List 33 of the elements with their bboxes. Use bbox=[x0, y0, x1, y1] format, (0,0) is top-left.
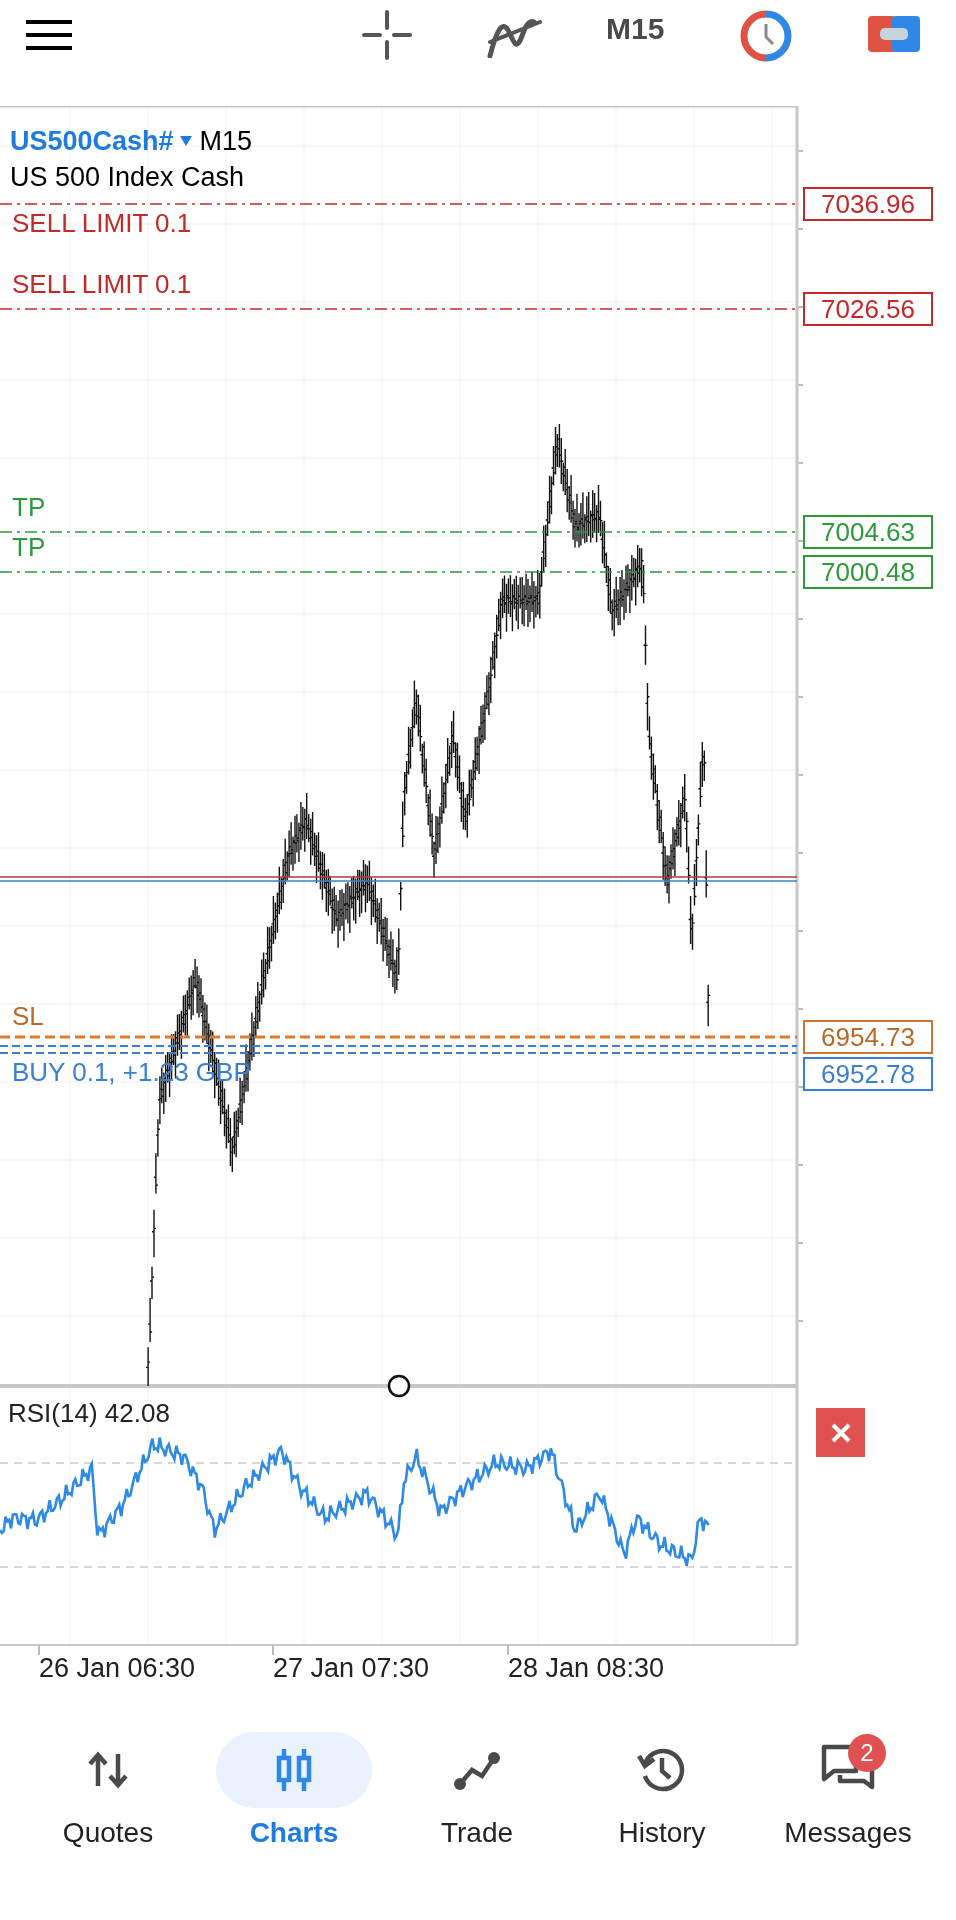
menu-icon[interactable] bbox=[26, 20, 72, 50]
order-label: SELL LIMIT 0.1 bbox=[12, 208, 192, 238]
clock-icon[interactable] bbox=[740, 10, 792, 62]
close-icon bbox=[829, 1421, 852, 1444]
price-tag: 7036.96 bbox=[803, 187, 933, 221]
order-label: SELL LIMIT 0.1 bbox=[12, 269, 192, 299]
order-label: TP bbox=[12, 492, 46, 522]
crosshair-icon[interactable] bbox=[362, 10, 412, 60]
indicator-label: RSI(14) 42.08 bbox=[8, 1398, 170, 1428]
order-label: TP bbox=[12, 532, 46, 562]
sort-arrows-icon bbox=[86, 1750, 130, 1790]
toggle-icon[interactable] bbox=[868, 14, 920, 54]
nav-tab[interactable]: History bbox=[572, 1720, 752, 1870]
nav-tab[interactable]: Charts bbox=[204, 1720, 384, 1870]
price-tag: 6954.73 bbox=[803, 1020, 933, 1054]
price-tag: 6952.78 bbox=[803, 1057, 933, 1091]
caret-icon bbox=[179, 136, 192, 146]
price-tag: 7026.56 bbox=[803, 292, 933, 326]
symbol-selector[interactable]: US500Cash# bbox=[10, 126, 192, 156]
pane-resize-handle[interactable] bbox=[387, 1374, 411, 1398]
time-label: 26 Jan 06:30 bbox=[39, 1652, 196, 1684]
time-label: 27 Jan 07:30 bbox=[273, 1652, 430, 1684]
order-label: SL bbox=[12, 1001, 44, 1031]
price-tag: 7000.48 bbox=[803, 555, 933, 589]
chart-timeframe: M15 bbox=[199, 126, 253, 156]
nav-tab[interactable]: Quotes bbox=[18, 1720, 198, 1870]
notification-badge: 2 bbox=[848, 1734, 886, 1772]
symbol-description: US 500 Index Cash bbox=[10, 162, 245, 192]
nav-tab[interactable]: Trade bbox=[387, 1720, 567, 1870]
timeframe-button[interactable]: M15 bbox=[606, 14, 665, 44]
time-label: 28 Jan 08:30 bbox=[508, 1652, 665, 1684]
price-tag: 7004.63 bbox=[803, 515, 933, 549]
close-button[interactable] bbox=[816, 1408, 865, 1457]
